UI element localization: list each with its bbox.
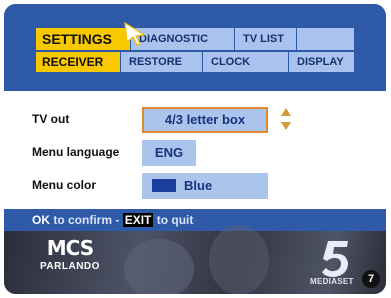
- tv-out-label: TV out: [32, 112, 70, 126]
- subtab-display[interactable]: DISPLAY: [288, 52, 354, 72]
- settings-panel: TV out 4/3 letter box Menu language ENG …: [4, 91, 386, 209]
- show-logo-subtitle: PARLANDO: [40, 261, 100, 272]
- setting-row-tv-out: TV out 4/3 letter box: [4, 107, 386, 133]
- step-number-badge: 7: [362, 270, 380, 288]
- tv-background: MCS PARLANDO MEDIASET: [4, 225, 386, 294]
- instruction-bar: OK to confirm - EXIT to quit: [4, 209, 386, 231]
- menu-language-value[interactable]: ENG: [142, 140, 196, 166]
- exit-key: EXIT: [122, 213, 154, 227]
- setting-row-menu-language: Menu language ENG: [4, 140, 386, 166]
- tv-screen: SETTINGS DIAGNOSTIC TV LIST RECEIVER RES…: [4, 4, 386, 294]
- show-logo-title: MCS: [46, 236, 94, 260]
- subtab-clock[interactable]: CLOCK: [202, 52, 288, 72]
- menu-color-label: Menu color: [32, 178, 97, 192]
- cursor-icon: [124, 21, 146, 46]
- tab-settings[interactable]: SETTINGS: [36, 28, 130, 50]
- menu-language-label: Menu language: [32, 145, 120, 159]
- main-tabs: SETTINGS DIAGNOSTIC TV LIST: [36, 28, 354, 50]
- setting-row-menu-color: Menu color Blue: [4, 173, 386, 199]
- subtab-restore[interactable]: RESTORE: [120, 52, 202, 72]
- tv-out-value[interactable]: 4/3 letter box: [142, 107, 268, 133]
- background-figure: [209, 225, 269, 294]
- menu-color-value[interactable]: Blue: [142, 173, 268, 199]
- show-logo: MCS PARLANDO: [40, 237, 100, 273]
- tab-tv-list[interactable]: TV LIST: [234, 28, 296, 50]
- quit-text: to quit: [156, 213, 194, 227]
- subtab-receiver[interactable]: RECEIVER: [36, 52, 120, 72]
- channel-name: MEDIASET: [310, 277, 354, 286]
- ok-key: OK: [32, 213, 50, 227]
- background-figure: [124, 239, 194, 294]
- tab-empty[interactable]: [296, 28, 354, 50]
- confirm-text: to confirm -: [53, 213, 120, 227]
- sub-tabs: RECEIVER RESTORE CLOCK DISPLAY: [36, 52, 354, 72]
- up-down-arrows-icon[interactable]: [280, 107, 292, 131]
- menu-header: SETTINGS DIAGNOSTIC TV LIST RECEIVER RES…: [4, 4, 386, 91]
- color-swatch: [152, 179, 176, 193]
- menu-color-text: Blue: [184, 178, 213, 193]
